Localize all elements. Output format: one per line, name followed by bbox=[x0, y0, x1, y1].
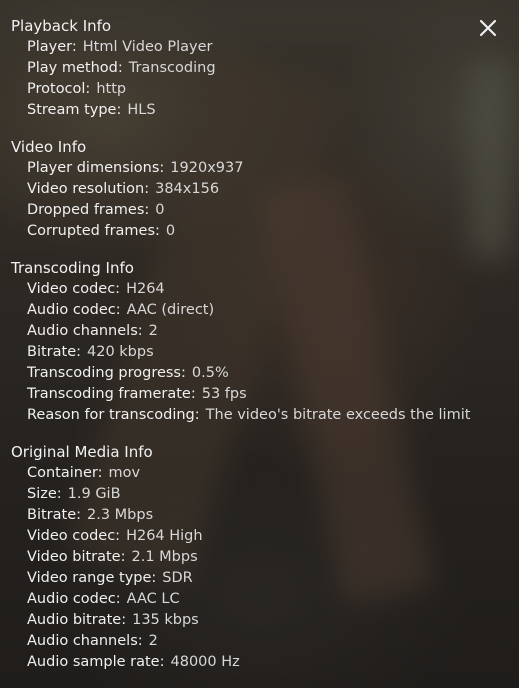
playback-info-panel: Playback Info Player: Html Video Player P… bbox=[0, 0, 519, 688]
info-label: Video codec: bbox=[27, 528, 121, 544]
info-value: 48000 Hz bbox=[170, 654, 240, 670]
info-value: 135 kbps bbox=[132, 612, 199, 628]
info-label: Audio channels: bbox=[27, 323, 143, 339]
info-value: HLS bbox=[127, 102, 156, 118]
info-label: Container: bbox=[27, 465, 103, 481]
playback-info-section: Playback Info Player: Html Video Player P… bbox=[11, 16, 216, 121]
info-value: 1920x937 bbox=[170, 160, 244, 176]
info-label: Video codec: bbox=[27, 281, 121, 297]
section-title: Transcoding Info bbox=[11, 259, 134, 277]
info-value: 2.1 Mbps bbox=[131, 549, 198, 565]
transcoding-info-section: Transcoding Info Video codec: H264 Audio … bbox=[11, 258, 470, 426]
info-value: The video's bitrate exceeds the limit bbox=[205, 407, 471, 423]
close-button[interactable] bbox=[473, 13, 503, 43]
info-row-protocol: Protocol: http bbox=[11, 79, 216, 100]
info-label: Stream type: bbox=[27, 102, 122, 118]
info-label: Player dimensions: bbox=[27, 160, 165, 176]
info-value: 0 bbox=[155, 202, 165, 218]
info-row-transcoding-framerate: Transcoding framerate: 53 fps bbox=[11, 384, 470, 405]
info-label: Audio codec: bbox=[27, 591, 121, 607]
info-value: mov bbox=[108, 465, 141, 481]
info-label: Video bitrate: bbox=[27, 549, 126, 565]
info-row-bitrate: Bitrate: 420 kbps bbox=[11, 342, 470, 363]
info-value: SDR bbox=[162, 570, 193, 586]
info-row-video-range-type: Video range type: SDR bbox=[11, 568, 240, 589]
info-value: 53 fps bbox=[201, 386, 247, 402]
info-label: Audio codec: bbox=[27, 302, 121, 318]
video-info-section: Video Info Player dimensions: 1920x937 Vi… bbox=[11, 137, 243, 242]
info-value: 2.3 Mbps bbox=[87, 507, 154, 523]
info-value: 384x156 bbox=[155, 181, 220, 197]
info-value: Transcoding bbox=[128, 60, 216, 76]
info-row-stream-type: Stream type: HLS bbox=[11, 100, 216, 121]
info-value: 0 bbox=[165, 223, 176, 239]
section-title: Video Info bbox=[11, 138, 87, 156]
info-value: 2 bbox=[148, 633, 158, 649]
info-row-audio-codec: Audio codec: AAC LC bbox=[11, 589, 240, 610]
section-title: Original Media Info bbox=[11, 443, 153, 461]
info-value: 2 bbox=[148, 323, 158, 339]
info-row-audio-channels: Audio channels: 2 bbox=[11, 321, 470, 342]
info-row-play-method: Play method: Transcoding bbox=[11, 58, 216, 79]
info-row-video-codec: Video codec: H264 High bbox=[11, 526, 240, 547]
info-row-corrupted-frames: Corrupted frames: 0 bbox=[11, 221, 243, 242]
info-row-audio-codec: Audio codec: AAC (direct) bbox=[11, 300, 470, 321]
section-title: Playback Info bbox=[11, 17, 112, 35]
info-row-transcoding-progress: Transcoding progress: 0.5% bbox=[11, 363, 470, 384]
info-row-size: Size: 1.9 GiB bbox=[11, 484, 240, 505]
info-label: Bitrate: bbox=[27, 507, 81, 523]
info-row-video-bitrate: Video bitrate: 2.1 Mbps bbox=[11, 547, 240, 568]
info-row-container: Container: mov bbox=[11, 463, 240, 484]
info-label: Reason for transcoding: bbox=[27, 407, 200, 423]
info-value: 420 kbps bbox=[87, 344, 154, 360]
info-value: H264 bbox=[126, 281, 165, 297]
info-label: Audio sample rate: bbox=[27, 654, 165, 670]
info-value: 1.9 GiB bbox=[67, 486, 121, 502]
info-row-transcoding-reason: Reason for transcoding: The video's bitra… bbox=[11, 405, 470, 426]
info-row-player: Player: Html Video Player bbox=[11, 37, 216, 58]
info-label: Video resolution: bbox=[27, 181, 150, 197]
info-row-audio-sample-rate: Audio sample rate: 48000 Hz bbox=[11, 652, 240, 673]
info-row-bitrate: Bitrate: 2.3 Mbps bbox=[11, 505, 240, 526]
info-value: AAC LC bbox=[126, 591, 180, 607]
info-label: Protocol: bbox=[27, 81, 91, 97]
info-value: 0.5% bbox=[191, 365, 229, 381]
info-value: Html Video Player bbox=[82, 39, 213, 55]
info-label: Video range type: bbox=[27, 570, 157, 586]
info-label: Player: bbox=[27, 39, 77, 55]
info-row-video-codec: Video codec: H264 bbox=[11, 279, 470, 300]
info-label: Size: bbox=[27, 486, 62, 502]
info-value: H264 High bbox=[126, 528, 203, 544]
info-label: Transcoding framerate: bbox=[27, 386, 196, 402]
info-value: http bbox=[96, 81, 127, 97]
info-label: Dropped frames: bbox=[27, 202, 150, 218]
info-value: AAC (direct) bbox=[126, 302, 215, 318]
info-label: Play method: bbox=[27, 60, 123, 76]
info-label: Audio bitrate: bbox=[27, 612, 127, 628]
info-row-video-resolution: Video resolution: 384x156 bbox=[11, 179, 243, 200]
info-label: Transcoding progress: bbox=[27, 365, 186, 381]
close-icon bbox=[479, 19, 497, 37]
info-row-dropped-frames: Dropped frames: 0 bbox=[11, 200, 243, 221]
info-label: Audio channels: bbox=[27, 633, 143, 649]
info-label: Corrupted frames: bbox=[27, 223, 160, 239]
info-row-player-dimensions: Player dimensions: 1920x937 bbox=[11, 158, 243, 179]
original-media-info-section: Original Media Info Container: mov Size: 1… bbox=[11, 442, 240, 673]
info-row-audio-channels: Audio channels: 2 bbox=[11, 631, 240, 652]
info-row-audio-bitrate: Audio bitrate: 135 kbps bbox=[11, 610, 240, 631]
info-label: Bitrate: bbox=[27, 344, 81, 360]
